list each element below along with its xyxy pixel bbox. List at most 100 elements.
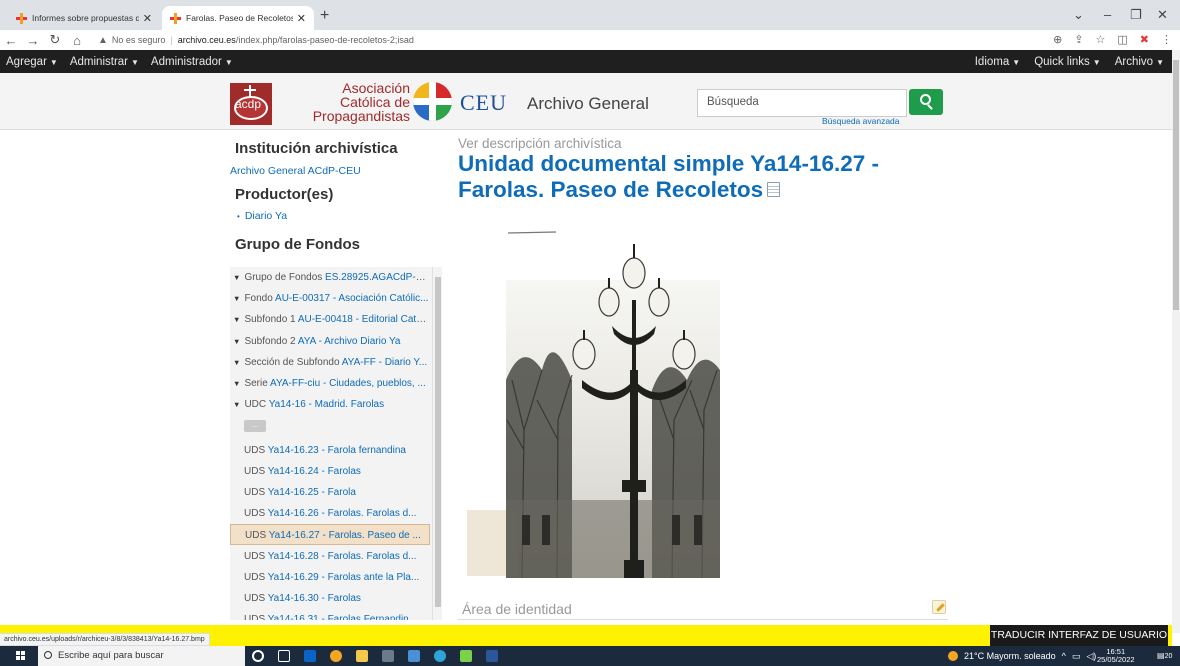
tree-ancestor-row[interactable]: ▼ Fondo AU-E-00317 - Asociación Católic..…	[230, 288, 430, 309]
network-icon[interactable]: ▭	[1072, 651, 1081, 662]
expand-triangle-icon[interactable]: ▼	[233, 379, 240, 388]
tree-link[interactable]: Ya14-16.26 - Farolas. Farolas d...	[268, 508, 417, 519]
home-icon[interactable]: ⌂	[66, 33, 88, 48]
expand-triangle-icon[interactable]: ▼	[233, 358, 240, 367]
search-input[interactable]: Búsqueda	[697, 89, 907, 117]
expand-triangle-icon[interactable]: ▼	[233, 273, 240, 282]
search-button[interactable]	[909, 89, 943, 115]
tree-scrollbar[interactable]	[432, 267, 442, 620]
taskbar-clock[interactable]: 16:51 25/05/2022	[1097, 648, 1135, 664]
tree-link[interactable]: Ya14-16.23 - Farola fernandina	[268, 445, 406, 456]
task-view-icon[interactable]	[278, 650, 290, 662]
tree-child-row[interactable]: UDS Ya14-16.31 - Farolas Fernandin...	[230, 609, 430, 620]
chrome-icon[interactable]	[330, 650, 342, 662]
tree-link[interactable]: AU-E-00317 - Asociación Católic...	[275, 293, 428, 304]
page-scrollbar[interactable]	[1172, 50, 1180, 633]
producer-link[interactable]: Diario Ya	[245, 210, 287, 222]
reload-icon[interactable]: ↻	[44, 32, 66, 48]
share-icon[interactable]: ⇪	[1074, 33, 1083, 46]
expand-triangle-icon[interactable]: ▼	[233, 400, 240, 409]
advanced-search-link[interactable]: Búsqueda avanzada	[822, 116, 900, 126]
association-name[interactable]: Asociación Católica de Propagandistas	[278, 81, 410, 123]
tree-link[interactable]: AYA-FF-ciu - Ciudades, pueblos, ...	[270, 378, 426, 389]
word-icon[interactable]	[486, 650, 498, 662]
menu-agregar[interactable]: Agregar ▼	[6, 56, 58, 68]
close-tab-icon[interactable]: ✕	[297, 12, 306, 25]
tree-child-row[interactable]: UDS Ya14-16.29 - Farolas ante la Pla...	[230, 567, 430, 588]
outlook-icon[interactable]	[304, 650, 316, 662]
tree-row-current[interactable]: UDS Ya14-16.27 - Farolas. Paseo de ...	[230, 524, 430, 546]
tree-ancestor-row[interactable]: ▼ Subfondo 2 AYA - Archivo Diario Ya	[230, 331, 430, 352]
forward-icon[interactable]: →	[22, 33, 44, 48]
weather-text[interactable]: 21°C Mayorm. soleado	[964, 651, 1056, 661]
extension-icon[interactable]: ✖	[1140, 33, 1149, 46]
tree-link[interactable]: Ya14-16.27 - Farolas. Paseo de ...	[269, 530, 421, 541]
tree-link[interactable]: AYA - Archivo Diario Ya	[298, 336, 401, 347]
taskbar-search-input[interactable]: Escribe aquí para buscar	[38, 646, 245, 666]
teams-icon[interactable]	[460, 650, 472, 662]
tree-link[interactable]: AYA-FF - Diario Y...	[342, 357, 427, 368]
zoom-icon[interactable]: ⊕	[1053, 33, 1062, 46]
document-photo[interactable]	[462, 230, 724, 579]
tree-child-row[interactable]: UDS Ya14-16.24 - Farolas	[230, 461, 430, 482]
tree-child-row[interactable]: UDS Ya14-16.25 - Farola	[230, 482, 430, 503]
tree-child-row[interactable]: UDS Ya14-16.28 - Farolas. Farolas d...	[230, 546, 430, 567]
expand-triangle-icon[interactable]: ▼	[233, 294, 240, 303]
back-icon[interactable]: ←	[0, 33, 22, 48]
settings-app-icon[interactable]	[382, 650, 394, 662]
minimize-icon[interactable]: –	[1104, 7, 1111, 22]
tree-link[interactable]: AU-E-00418 - Editorial Cató...	[298, 314, 430, 325]
tree-link[interactable]: Ya14-16 - Madrid. Farolas	[269, 399, 384, 410]
site-title[interactable]: Archivo General	[527, 94, 649, 114]
browser-tab-active[interactable]: Farolas. Paseo de Recoletos - CE ✕	[162, 6, 314, 30]
tree-link[interactable]: Ya14-16.30 - Farolas	[268, 593, 361, 604]
edit-pencil-icon[interactable]	[932, 600, 946, 614]
tree-link[interactable]: Ya14-16.29 - Farolas ante la Pla...	[268, 572, 420, 583]
notifications-icon[interactable]: ▤20	[1157, 651, 1172, 660]
menu-quick-links[interactable]: Quick links ▼	[1034, 56, 1101, 68]
menu-administrador[interactable]: Administrador ▼	[151, 56, 233, 68]
browser-tab[interactable]: Informes sobre propuestas de co ✕	[8, 6, 160, 30]
tree-link[interactable]: Ya14-16.31 - Farolas Fernandin...	[268, 614, 417, 620]
new-tab-icon[interactable]: +	[320, 7, 329, 25]
bookmark-star-icon[interactable]: ☆	[1096, 33, 1106, 46]
menu-idioma[interactable]: Idioma ▼	[975, 56, 1020, 68]
tab-search-icon[interactable]: ⌄	[1073, 7, 1084, 23]
institution-link[interactable]: Archivo General ACdP-CEU	[230, 165, 361, 177]
menu-archivo[interactable]: Archivo ▼	[1115, 56, 1164, 68]
close-window-icon[interactable]: ✕	[1157, 7, 1168, 23]
weather-icon[interactable]	[948, 651, 958, 661]
tree-child-row[interactable]: UDS Ya14-16.30 - Farolas	[230, 588, 430, 609]
edge-icon[interactable]	[434, 650, 446, 662]
tree-ancestor-row[interactable]: ▼ Sección de Subfondo AYA-FF - Diario Y..…	[230, 352, 430, 373]
expand-triangle-icon[interactable]: ▼	[233, 315, 240, 324]
show-more-button[interactable]: ...	[244, 420, 266, 433]
windows-start-icon[interactable]	[16, 651, 26, 661]
identity-area-heading[interactable]: Área de identidad	[462, 601, 572, 617]
tray-chevron-icon[interactable]: ^	[1062, 651, 1066, 661]
maximize-icon[interactable]: ❐	[1130, 7, 1142, 23]
tree-link[interactable]: Ya14-16.25 - Farola	[268, 487, 356, 498]
cortana-icon[interactable]	[252, 650, 264, 662]
menu-administrar[interactable]: Administrar ▼	[70, 56, 139, 68]
tree-ancestor-row[interactable]: ▼ UDC Ya14-16 - Madrid. Farolas	[230, 394, 430, 415]
menu-dots-icon[interactable]: ⋮	[1161, 33, 1172, 46]
expand-triangle-icon[interactable]: ▼	[233, 337, 240, 346]
tree-child-row[interactable]: UDS Ya14-16.23 - Farola fernandina	[230, 440, 430, 461]
tree-link[interactable]: ES.28925.AGACdP-C...	[325, 272, 430, 283]
acdp-logo[interactable]: acdp	[230, 83, 272, 125]
file-explorer-icon[interactable]	[356, 650, 368, 662]
document-icon[interactable]	[767, 181, 781, 197]
sidebar-toggle-icon[interactable]: ◫	[1117, 33, 1127, 46]
translate-interface-button[interactable]: TRADUCIR INTERFAZ DE USUARIO	[990, 625, 1168, 646]
volume-icon[interactable]: ◁)	[1086, 651, 1096, 662]
tree-ancestor-row[interactable]: ▼ Subfondo 1 AU-E-00418 - Editorial Cató.…	[230, 309, 430, 330]
close-tab-icon[interactable]: ✕	[143, 12, 152, 25]
url-field[interactable]: ▲ No es seguro | archivo.ceu.es /index.p…	[98, 35, 414, 46]
tree-child-row[interactable]: UDS Ya14-16.26 - Farolas. Farolas d...	[230, 503, 430, 524]
calculator-icon[interactable]	[408, 650, 420, 662]
tree-ancestor-row[interactable]: ▼ Grupo de Fondos ES.28925.AGACdP-C...	[230, 267, 430, 288]
tree-link[interactable]: Ya14-16.28 - Farolas. Farolas d...	[268, 551, 417, 562]
tree-ancestor-row[interactable]: ▼ Serie AYA-FF-ciu - Ciudades, pueblos, .…	[230, 373, 430, 394]
tree-link[interactable]: Ya14-16.24 - Farolas	[268, 466, 361, 477]
